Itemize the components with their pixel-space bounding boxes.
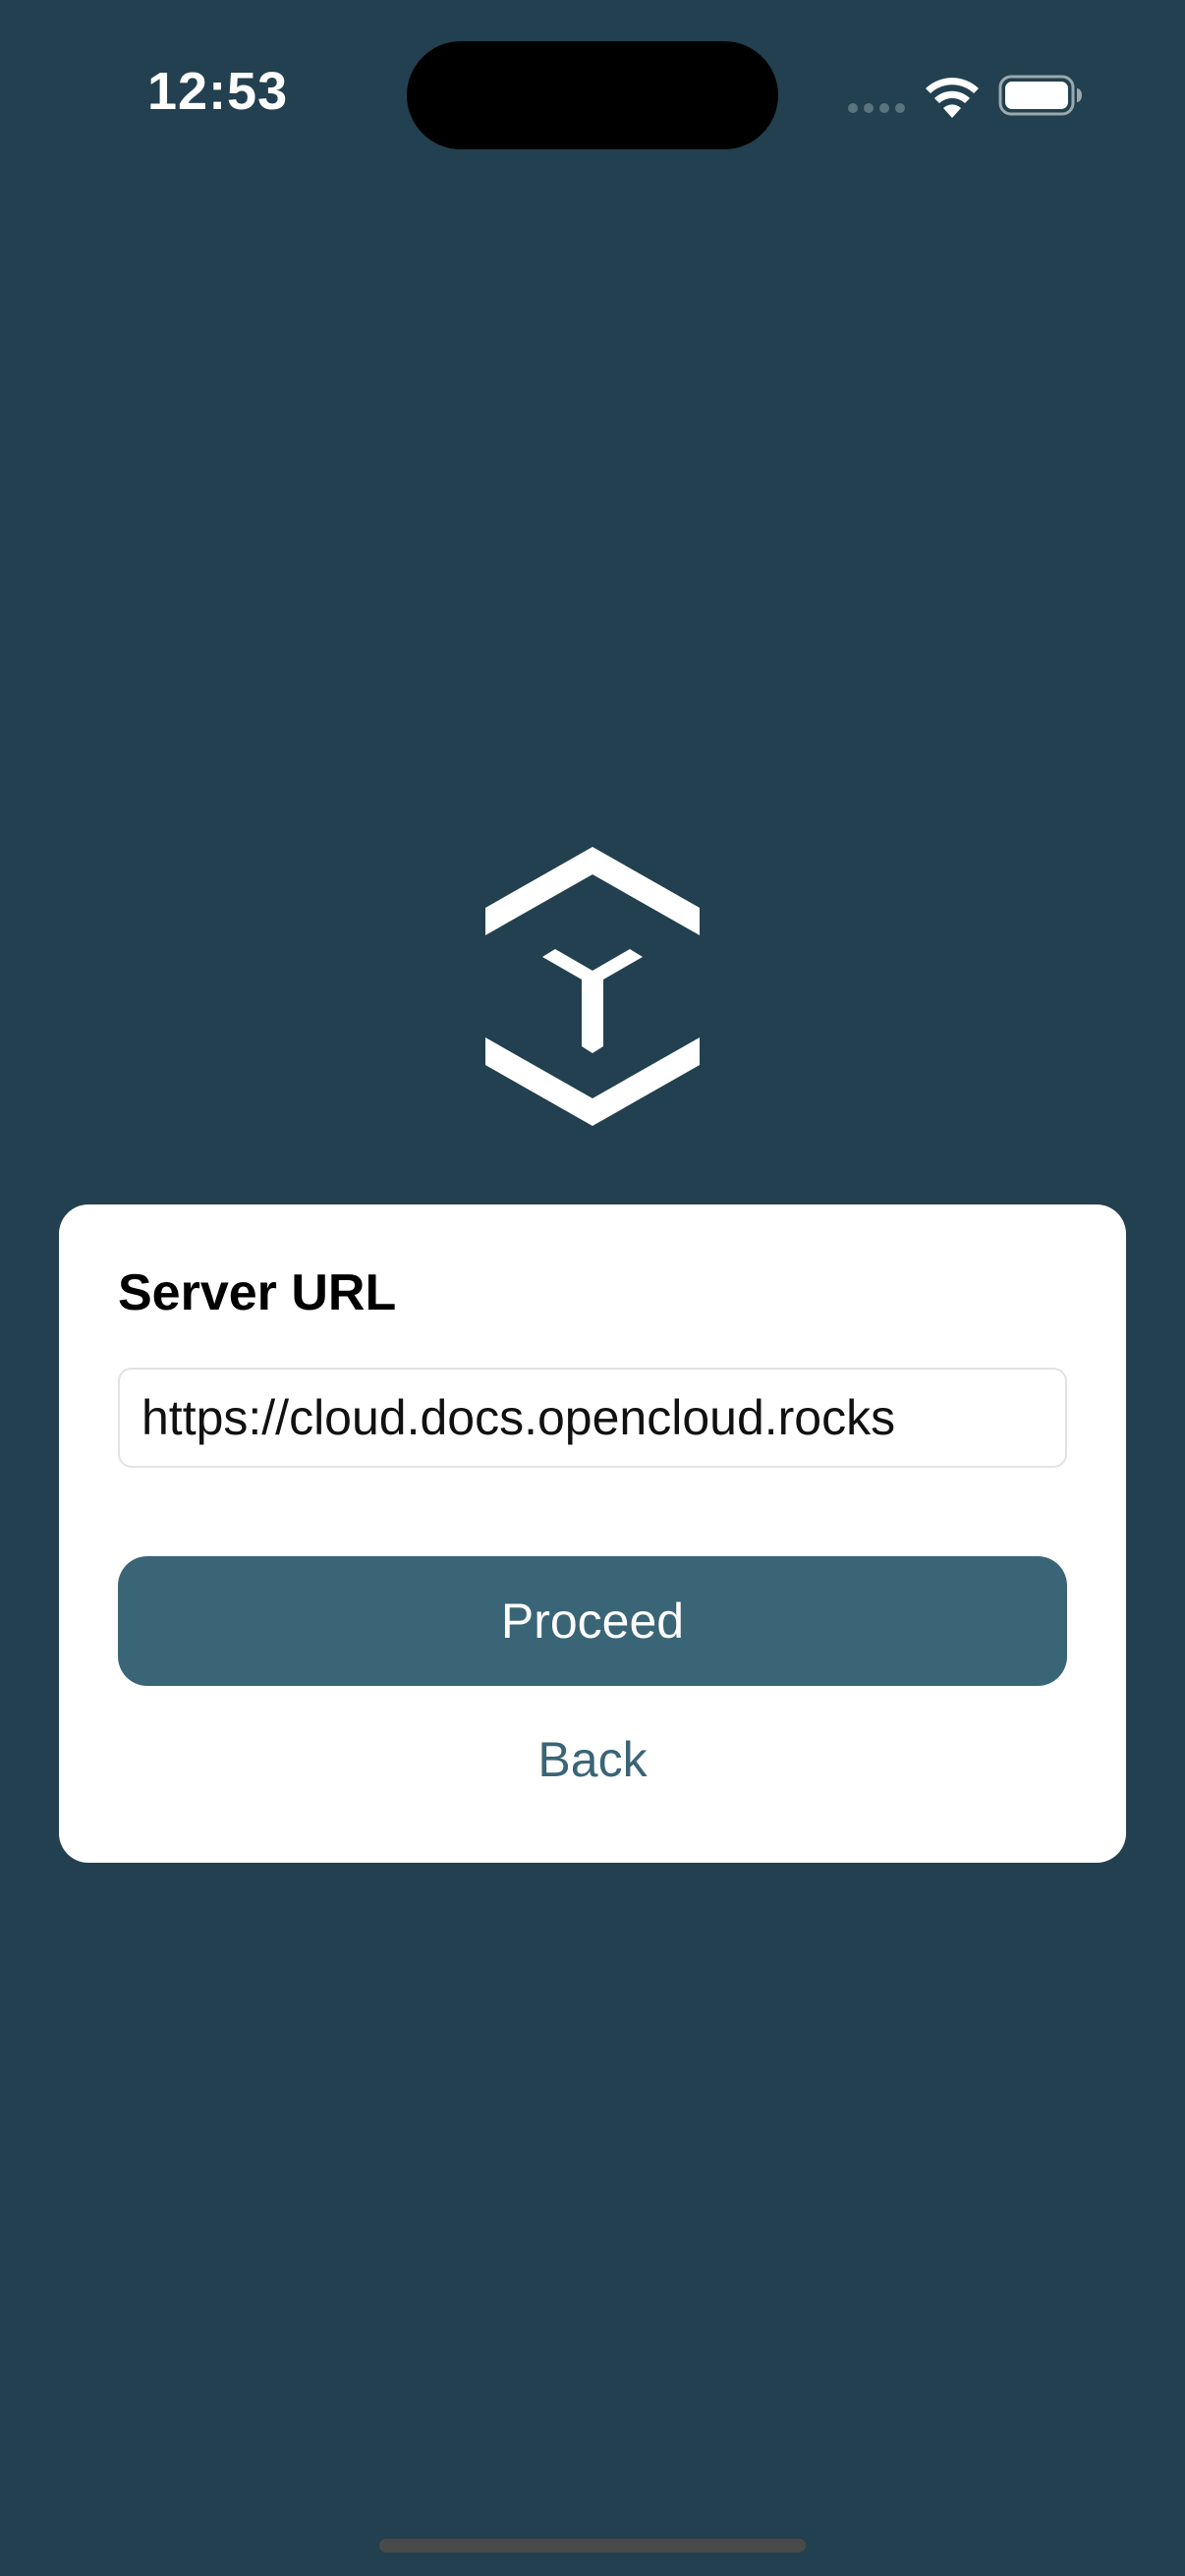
status-time: 12:53 — [147, 62, 289, 121]
server-url-card: Server URL Proceed Back — [59, 1204, 1126, 1863]
dynamic-island — [407, 41, 778, 149]
back-button[interactable]: Back — [118, 1715, 1067, 1804]
home-indicator[interactable] — [379, 2539, 806, 2552]
battery-icon — [998, 75, 1082, 116]
status-bar: 12:53 — [0, 0, 1185, 196]
proceed-button[interactable]: Proceed — [118, 1556, 1067, 1686]
opencloud-logo-icon — [485, 847, 700, 1126]
server-url-input[interactable] — [118, 1368, 1067, 1468]
wifi-icon — [926, 78, 979, 118]
server-url-title: Server URL — [118, 1264, 397, 1321]
cellular-signal-icon — [848, 103, 905, 113]
